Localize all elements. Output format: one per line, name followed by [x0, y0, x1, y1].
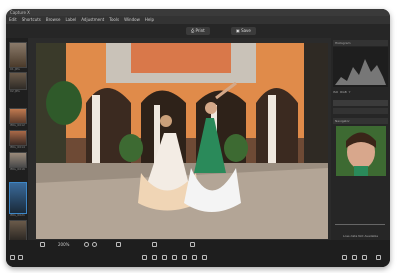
filmstrip-thumb-selected[interactable]: [9, 182, 27, 214]
flip-icon[interactable]: [162, 255, 167, 260]
tool-row[interactable]: [333, 108, 388, 114]
fit-screen-icon[interactable]: [40, 242, 45, 247]
filmstrip-label: IMG_0021: [10, 213, 25, 217]
navigator-preview: [336, 126, 386, 176]
zoom-out-icon[interactable]: [84, 242, 89, 247]
filmstrip-thumb[interactable]: [9, 72, 27, 90]
menu-label[interactable]: Label: [65, 16, 76, 24]
title-bar: Capture X: [6, 9, 390, 16]
rotate-right-icon[interactable]: [152, 255, 157, 260]
filmstrip-thumb[interactable]: [9, 152, 27, 168]
tool-row[interactable]: [333, 100, 388, 106]
right-panel: Histogram ISO RGB Y Navigator Loss data …: [331, 38, 390, 250]
save-label: Save: [241, 28, 251, 33]
save-button[interactable]: ▣ Save: [231, 27, 256, 35]
menu-edit[interactable]: Edit: [9, 16, 17, 24]
tab-iso[interactable]: ISO: [333, 90, 338, 96]
view-mode-icon[interactable]: [152, 242, 157, 247]
menu-tools[interactable]: Tools: [109, 16, 119, 24]
crop-icon[interactable]: [172, 255, 177, 260]
slider-track[interactable]: [335, 224, 385, 225]
grid-view-icon[interactable]: [18, 255, 23, 260]
rotate-left-icon[interactable]: [142, 255, 147, 260]
menu-bar: Edit Shortcuts Browse Label Adjustment T…: [6, 16, 390, 24]
single-view-icon[interactable]: [342, 255, 347, 260]
navigator-title: Navigator: [335, 119, 350, 123]
settings-icon[interactable]: [376, 255, 381, 260]
filmstrip-label: 02.JPG: [10, 89, 20, 93]
print-button[interactable]: ⎙ Print: [186, 27, 210, 35]
flag-icon[interactable]: [192, 255, 197, 260]
filmstrip-thumb[interactable]: [9, 220, 27, 242]
star-icon[interactable]: [182, 255, 187, 260]
split-view-icon[interactable]: [352, 255, 357, 260]
fullscreen-icon[interactable]: [362, 255, 367, 260]
filmstrip-thumb[interactable]: [9, 108, 27, 124]
zoom-level[interactable]: 200%: [58, 242, 69, 247]
menu-adjustment[interactable]: Adjustment: [81, 16, 104, 24]
menu-window[interactable]: Window: [124, 16, 140, 24]
menu-shortcuts[interactable]: Shortcuts: [22, 16, 41, 24]
list-view-icon[interactable]: [10, 255, 15, 260]
window-title: Capture X: [10, 10, 30, 15]
histogram-title: Histogram: [335, 41, 351, 45]
filmstrip-thumb[interactable]: [9, 130, 27, 146]
main-photo: [36, 43, 328, 239]
filmstrip-thumb[interactable]: [9, 42, 27, 68]
compare-icon[interactable]: [190, 242, 195, 247]
histogram-header[interactable]: Histogram: [333, 40, 388, 46]
top-toolbar: ⎙ Print ▣ Save: [6, 24, 390, 38]
image-viewer[interactable]: [36, 43, 328, 239]
status-text: Loss data Not Available: [343, 234, 379, 238]
grid-icon[interactable]: [116, 242, 121, 247]
app-window: Capture X Edit Shortcuts Browse Label Ad…: [6, 9, 390, 267]
tab-rgb[interactable]: RGB: [340, 90, 346, 96]
menu-browse[interactable]: Browse: [46, 16, 61, 24]
navigator-header[interactable]: Navigator: [333, 118, 388, 124]
filmstrip: 01.JPG 02.JPG IMG_0012 IMG_0014 IMG_0016…: [6, 38, 28, 250]
print-label: Print: [195, 28, 205, 33]
histogram-chart: [333, 47, 388, 87]
menu-help[interactable]: Help: [145, 16, 154, 24]
filmstrip-label: IMG_0012: [10, 123, 25, 127]
tab-y[interactable]: Y: [349, 90, 351, 96]
histogram-tabs: ISO RGB Y: [333, 90, 388, 96]
filmstrip-label: 01.JPG: [10, 67, 20, 71]
delete-icon[interactable]: [202, 255, 207, 260]
zoom-in-icon[interactable]: [92, 242, 97, 247]
filmstrip-label: IMG_0016: [10, 167, 25, 171]
bottom-toolbar: 200%: [6, 240, 390, 267]
filmstrip-label: IMG_0014: [10, 145, 25, 149]
